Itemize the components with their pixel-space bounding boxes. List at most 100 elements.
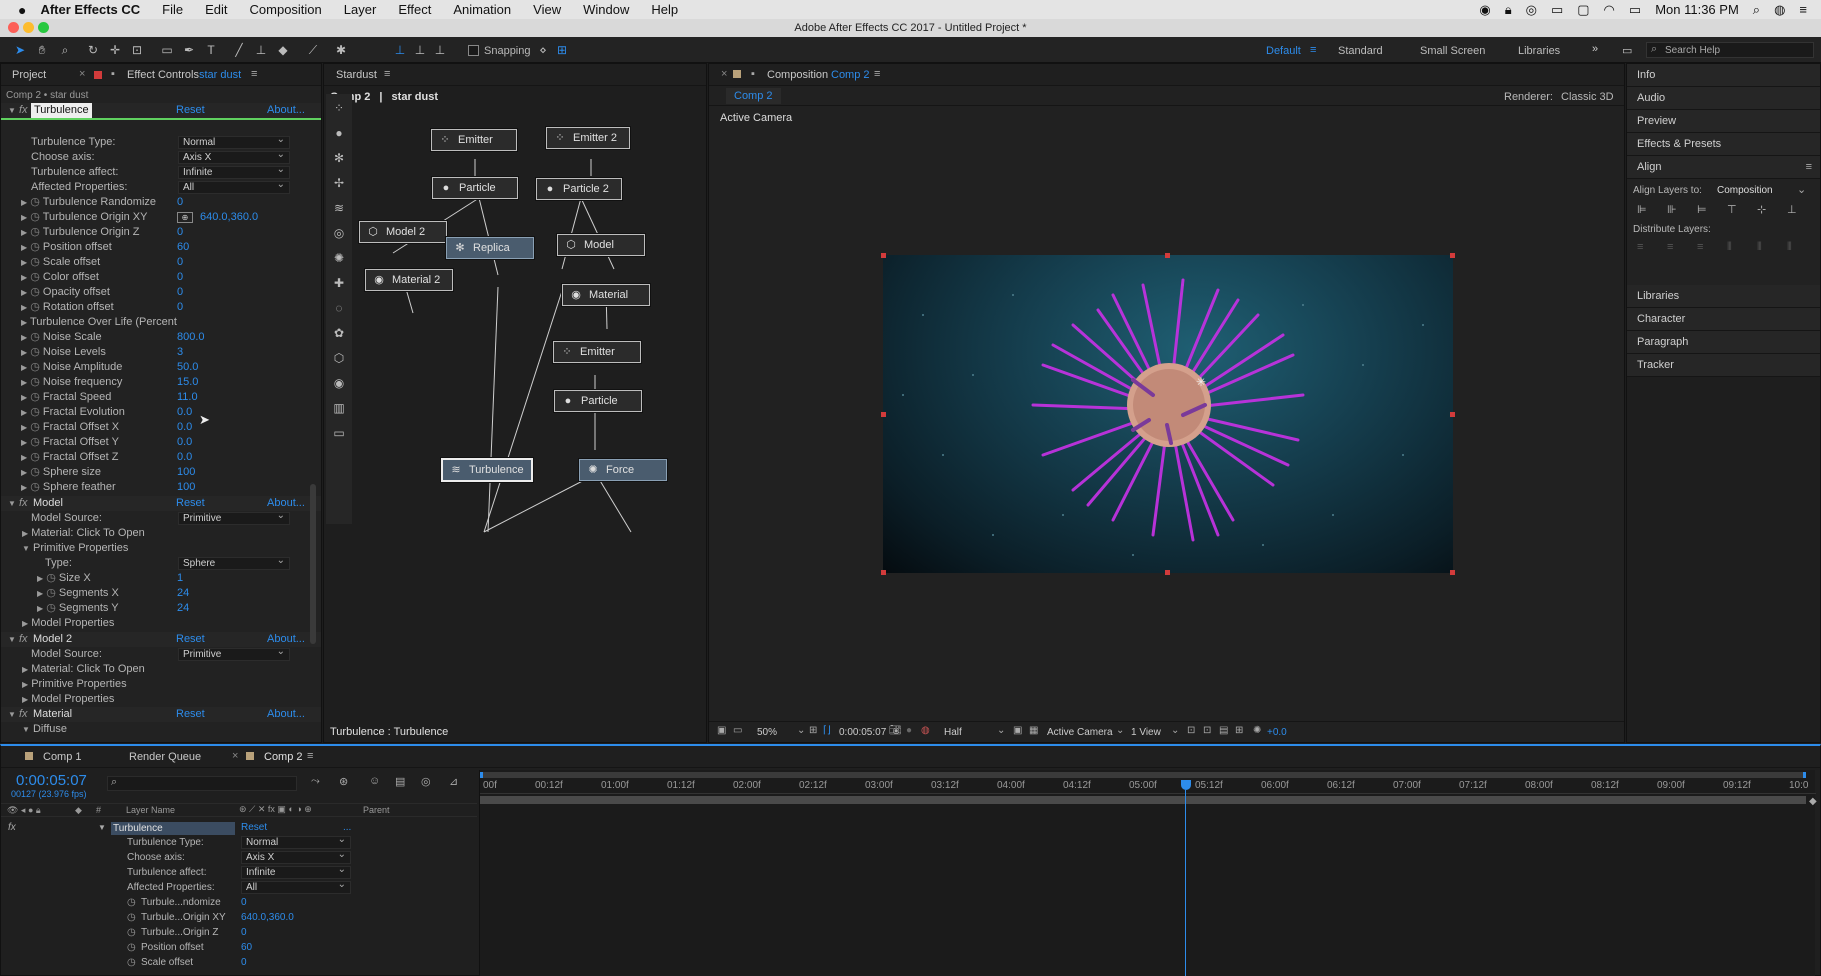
- apple-icon[interactable]: ●: [18, 2, 26, 18]
- stopwatch-icon[interactable]: ◷: [30, 301, 40, 313]
- param-value[interactable]: 0.0: [177, 450, 192, 465]
- param-value[interactable]: 11.0: [177, 390, 198, 405]
- model-effect-name[interactable]: Model: [33, 496, 63, 511]
- tl-prop-value[interactable]: 640.0,360.0: [241, 910, 294, 925]
- model2-material-row[interactable]: ▶ Material: Click To Open: [22, 662, 145, 677]
- tab-comp-1[interactable]: Comp 1: [43, 751, 82, 763]
- distribute-hcenter-icon[interactable]: ⦀: [1757, 241, 1762, 254]
- segments-y-value[interactable]: 24: [177, 601, 189, 616]
- tab-project[interactable]: Project: [12, 69, 46, 81]
- resolution-dropdown[interactable]: Half: [944, 727, 962, 738]
- fx-toggle-icon[interactable]: fx: [19, 707, 28, 722]
- creative-cloud-icon[interactable]: ◎: [1526, 2, 1537, 18]
- model-collapse-icon[interactable]: ▼: [8, 496, 16, 511]
- composition-viewer-frame[interactable]: ✳: [883, 255, 1453, 573]
- workspace-default[interactable]: Default: [1266, 45, 1301, 57]
- tl-stopwatch-icon[interactable]: ◷: [127, 955, 136, 970]
- timeline-search-input[interactable]: ⌕: [107, 776, 297, 791]
- param-value[interactable]: 3: [177, 345, 183, 360]
- workspace-libraries[interactable]: Libraries: [1518, 45, 1560, 57]
- draft-3d-icon[interactable]: ⊛: [339, 775, 348, 788]
- stopwatch-icon[interactable]: ◷: [30, 286, 40, 298]
- graph-editor-icon[interactable]: ⊿: [449, 775, 458, 788]
- world-axis-icon[interactable]: ⊥: [413, 43, 427, 57]
- primitive-type-dropdown[interactable]: Sphere: [178, 555, 290, 570]
- layer-duration-bar[interactable]: [480, 796, 1806, 804]
- align-left-icon[interactable]: ⊫: [1637, 203, 1647, 216]
- tl-stopwatch-icon[interactable]: ◷: [127, 925, 136, 940]
- panel-align[interactable]: Align ≡: [1627, 156, 1820, 179]
- clone-stamp-tool-icon[interactable]: ⊥: [254, 43, 268, 57]
- param-value[interactable]: 100: [177, 480, 195, 495]
- stopwatch-icon[interactable]: ◷: [30, 346, 40, 358]
- node-emitter-b[interactable]: ⁘ Emitter: [553, 341, 641, 363]
- effect-controls-scrollbar[interactable]: [310, 484, 316, 644]
- align-hcenter-icon[interactable]: ⊪: [1667, 203, 1677, 216]
- panel-paragraph[interactable]: Paragraph: [1627, 331, 1820, 354]
- model-effect-header[interactable]: ▼ fx Model Reset About...: [1, 496, 321, 511]
- tl-prop-dropdown[interactable]: Axis X: [241, 849, 351, 864]
- expand-icon[interactable]: ▶: [21, 318, 27, 327]
- handle-mid-right[interactable]: [1450, 412, 1455, 417]
- param-value[interactable]: 0: [177, 195, 183, 210]
- stopwatch-icon[interactable]: ◷: [30, 376, 40, 388]
- expand-icon[interactable]: ▶: [21, 273, 27, 282]
- param-value[interactable]: 0.0: [177, 420, 192, 435]
- turbulence-effect-name[interactable]: Turbulence: [31, 103, 92, 118]
- menu-composition[interactable]: Composition: [250, 2, 322, 17]
- roi-icon[interactable]: ▣: [1013, 725, 1022, 736]
- minimize-window-button[interactable]: [23, 22, 34, 33]
- timeline-menu-icon[interactable]: ≡: [307, 750, 313, 762]
- stopwatch-icon[interactable]: ◷: [30, 226, 40, 238]
- node-particle[interactable]: ● Particle: [432, 177, 518, 199]
- stopwatch-icon[interactable]: ◷: [46, 602, 56, 614]
- node-model[interactable]: ⬡ Model: [557, 234, 645, 256]
- expand-icon[interactable]: ▶: [21, 333, 27, 342]
- stopwatch-icon[interactable]: ◷: [30, 436, 40, 448]
- view-layout-dropdown[interactable]: 1 View: [1131, 727, 1161, 738]
- close-window-button[interactable]: [8, 22, 19, 33]
- node-emitter[interactable]: ⁘ Emitter: [431, 129, 517, 151]
- distribute-right-icon[interactable]: ⦀: [1787, 241, 1792, 254]
- record-icon[interactable]: ◉: [1479, 2, 1490, 18]
- workspace-menu-icon[interactable]: ≡: [1310, 44, 1316, 56]
- node-material[interactable]: ◉ Material: [562, 284, 650, 306]
- fast-previews-icon[interactable]: ⊡: [1203, 725, 1211, 736]
- tl-prop-dropdown[interactable]: Infinite: [241, 864, 351, 879]
- model2-source-dropdown[interactable]: Primitive: [178, 646, 290, 661]
- time-ruler[interactable]: 00f 00:12f 01:00f 01:12f 02:00f 02:12f 0…: [480, 780, 1816, 794]
- parent-column[interactable]: Parent: [363, 805, 390, 815]
- align-target-dropdown[interactable]: Composition: [1717, 185, 1773, 196]
- turbulence-about-button[interactable]: About...: [267, 103, 305, 118]
- snap-grid-icon[interactable]: ⊞: [555, 43, 569, 57]
- composition-tab-prefix[interactable]: Composition: [767, 69, 828, 81]
- expand-icon[interactable]: ▶: [37, 589, 43, 598]
- wifi-icon[interactable]: ◠: [1604, 2, 1615, 18]
- motion-blur-icon[interactable]: ◎: [421, 775, 431, 788]
- menu-edit[interactable]: Edit: [205, 2, 227, 17]
- param-value[interactable]: 640.0,360.0: [200, 210, 258, 225]
- menu-layer[interactable]: Layer: [344, 2, 377, 17]
- transparency-grid-icon[interactable]: ▦: [1029, 725, 1038, 736]
- model-reset-button[interactable]: Reset: [176, 496, 205, 511]
- brush-tool-icon[interactable]: ╱: [232, 43, 246, 57]
- expand-icon[interactable]: ▶: [21, 408, 27, 417]
- pixel-aspect-icon[interactable]: ⊡: [1187, 725, 1195, 736]
- material-effect-header[interactable]: ▼ fx Material Reset About...: [1, 707, 321, 722]
- roto-brush-tool-icon[interactable]: ⟋: [306, 43, 320, 57]
- collapse-icon[interactable]: ▼: [22, 725, 30, 734]
- user-icon[interactable]: ◍: [1774, 2, 1785, 18]
- comp2-tab-close-icon[interactable]: ×: [232, 750, 238, 762]
- handle-bottom-right[interactable]: [1450, 570, 1455, 575]
- current-time-indicator[interactable]: [1181, 780, 1191, 790]
- display-icon[interactable]: ▢: [1577, 2, 1589, 18]
- tl-prop-value[interactable]: 0: [241, 895, 247, 910]
- tl-prop-value[interactable]: 0: [241, 925, 247, 940]
- material-reset-button[interactable]: Reset: [176, 707, 205, 722]
- panel-info[interactable]: Info: [1627, 64, 1820, 87]
- align-vcenter-icon[interactable]: ⊹: [1757, 203, 1766, 216]
- spotlight-icon[interactable]: ⌕: [1753, 2, 1760, 18]
- local-axis-icon[interactable]: ⊥: [393, 43, 407, 57]
- align-menu-icon[interactable]: ≡: [1806, 156, 1812, 179]
- panel-libraries[interactable]: Libraries: [1627, 285, 1820, 308]
